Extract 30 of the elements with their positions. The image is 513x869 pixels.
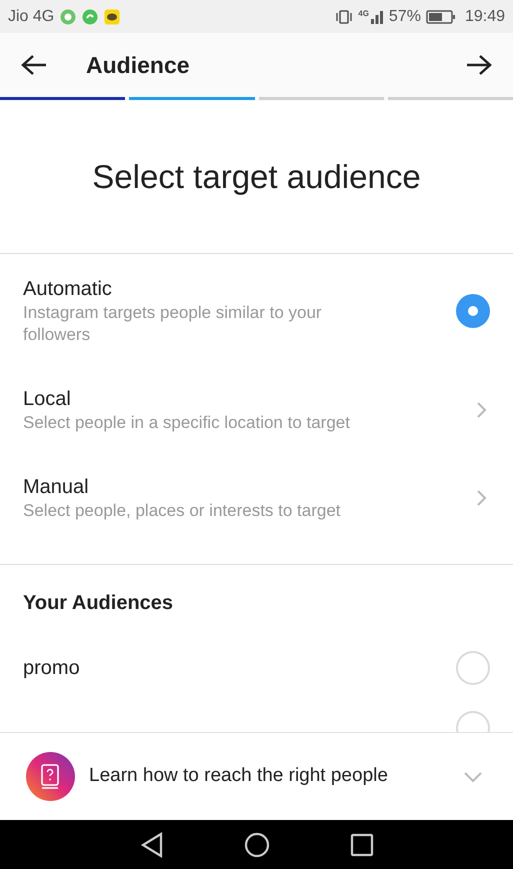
back-arrow-icon bbox=[21, 54, 47, 76]
back-nav-icon[interactable] bbox=[140, 832, 164, 858]
option-description: Select people in a specific location to target bbox=[23, 412, 351, 434]
chevron-right-icon bbox=[476, 401, 488, 419]
option-title: Automatic bbox=[23, 277, 113, 302]
section-title: Your Audiences bbox=[22, 591, 174, 616]
tip-text: Learn how to reach the right people bbox=[89, 764, 389, 788]
vibrate-icon bbox=[335, 8, 354, 24]
radio-button[interactable] bbox=[456, 651, 490, 685]
option-description: Instagram targets people similar to your followers bbox=[23, 302, 323, 346]
page-title: Audience bbox=[86, 50, 190, 80]
battery-text: 57% bbox=[388, 6, 421, 26]
carrier-text: Jio 4G bbox=[8, 6, 54, 26]
home-nav-icon[interactable] bbox=[244, 832, 270, 858]
network-text: 4G bbox=[358, 10, 369, 18]
option-row[interactable]: Automatic Instagram targets people similar to your followers bbox=[0, 276, 513, 366]
battery-icon bbox=[426, 8, 456, 24]
option-title: Manual bbox=[23, 475, 90, 500]
forward-arrow-icon bbox=[466, 54, 492, 76]
option-row[interactable]: Local Select people in a specific location to target bbox=[0, 366, 513, 454]
clock-text: 19:49 bbox=[464, 6, 505, 26]
radio-button[interactable] bbox=[456, 294, 490, 328]
help-book-icon bbox=[26, 752, 75, 801]
chevron-right-icon bbox=[476, 489, 488, 507]
option-title: Local bbox=[23, 387, 72, 412]
section-heading: Select target audience bbox=[92, 157, 421, 198]
recents-nav-icon[interactable] bbox=[350, 832, 374, 856]
audience-name: promo bbox=[23, 657, 80, 679]
option-description: Select people, places or interests to target bbox=[23, 500, 342, 522]
option-row[interactable]: Manual Select people, places or interests to target bbox=[0, 454, 513, 542]
